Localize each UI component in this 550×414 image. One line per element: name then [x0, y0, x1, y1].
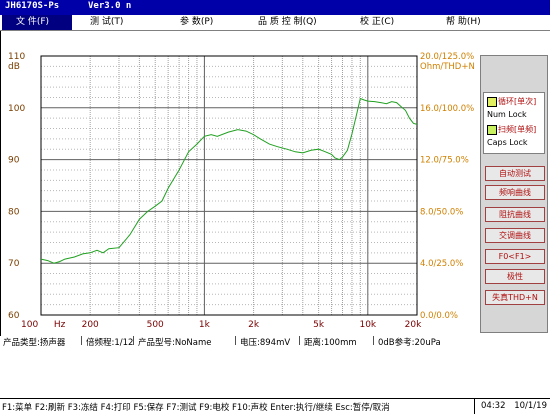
sep-2: | [132, 336, 135, 346]
y-right-tick-label: 16.0/100.0% [420, 104, 474, 114]
auto-test-button[interactable]: 自动测试 [485, 166, 545, 181]
impedance-curve-button[interactable]: 阻抗曲线 [485, 207, 545, 222]
voltage: 电压:894mV [240, 338, 291, 348]
x-tick-label: 200 [82, 320, 99, 330]
x-tick-label: 10k [359, 320, 376, 330]
thd-button[interactable]: 失真THD+N [485, 290, 545, 305]
y-tick-label: 90 [8, 156, 20, 166]
distance: 距离:100mm [304, 338, 357, 348]
y-right-tick-label: 12.0/75.0% [420, 156, 469, 166]
y-tick-label: 100 [8, 104, 25, 114]
polarity-button[interactable]: 极性 [485, 269, 545, 284]
num-lock-label: Num Lock [487, 110, 527, 119]
frequency-response-button[interactable]: 频响曲线 [485, 185, 545, 200]
y-tick-label: 70 [8, 259, 20, 269]
menu-calibrate[interactable]: 校 正(C) [360, 15, 394, 30]
mode-legend: 循环[单次] Num Lock 扫频[单频] Caps Lock [483, 92, 545, 154]
app-version: Ver3.0 n [88, 1, 132, 11]
menu-params[interactable]: 参 数(P) [180, 15, 213, 30]
y-right-tick-label: 4.0/25.0% [420, 259, 463, 269]
sep-3: | [234, 336, 237, 346]
x-tick-label: 5k [313, 320, 325, 330]
right-axis-unit: Ohm/THD+N [420, 62, 475, 72]
menu-bar: 文 件(F) 测 试(T) 参 数(P) 品 质 控 制(Q) 校 正(C) 帮… [0, 15, 550, 31]
product-type: 产品类型:扬声器 [3, 338, 66, 348]
f0-button[interactable]: F0<F1> [485, 249, 545, 264]
y-right-tick-label: 0.0/0.0% [420, 311, 458, 321]
clock-time: 04:32 [481, 401, 506, 411]
product-model: 产品型号:NoName [138, 338, 212, 348]
x-tick-label: 100 [21, 320, 38, 330]
x-tick-label: 500 [147, 320, 164, 330]
x-tick-label: 20k [405, 320, 422, 330]
x-tick-label: 2k [248, 320, 260, 330]
caps-lock-label: Caps Lock [487, 138, 528, 147]
loop-swatch [487, 97, 497, 107]
clock-date: 10/1/19 [514, 401, 547, 411]
sep-4: | [298, 336, 301, 346]
x-tick-label: 1k [199, 320, 211, 330]
info-bar: 产品类型:扬声器 | 倍频程:1/12 | 产品型号:NoName | 电压:8… [0, 336, 550, 348]
status-bar: F1:菜单 F2:刷新 F3:冻结 F4:打印 F5:保存 F7:测试 F9:电… [0, 398, 550, 414]
left-axis-unit: dB [8, 62, 20, 72]
app-name: JH6170S-Ps [5, 1, 60, 11]
sep-5: | [372, 336, 375, 346]
shortcut-keys: F1:菜单 F2:刷新 F3:冻结 F4:打印 F5:保存 F7:测试 F9:电… [2, 403, 390, 413]
y-right-tick-label: 20.0/125.0% [420, 52, 474, 62]
frequency-response-chart: 110 100 90 80 70 60 20.0/125.0% 16.0/100.0% 12.0… [8, 52, 475, 330]
chart-grid [40, 55, 418, 316]
sweep-label: 扫频[单频] [498, 125, 537, 134]
octave: 倍频程:1/12 [86, 338, 134, 348]
loop-label: 循环[单次] [498, 97, 537, 106]
intermod-curve-button[interactable]: 交调曲线 [485, 228, 545, 243]
x-tick-label: Hz [54, 320, 66, 330]
y-tick-label: 80 [8, 207, 20, 217]
clock: 04:32 10/1/19 [474, 399, 550, 414]
menu-help[interactable]: 帮 助(H) [446, 15, 481, 30]
title-bar: JH6170S-Ps Ver3.0 n [0, 0, 550, 15]
y-tick-label: 110 [8, 52, 25, 62]
y-right-tick-label: 8.0/50.0% [420, 207, 463, 217]
menu-file[interactable]: 文 件(F) [2, 15, 72, 30]
menu-quality-control[interactable]: 品 质 控 制(Q) [258, 15, 317, 30]
sep-1: | [80, 336, 83, 346]
menu-test[interactable]: 测 试(T) [90, 15, 123, 30]
sweep-swatch [487, 125, 497, 135]
reference: 0dB参考:20uPa [378, 338, 441, 348]
y-tick-label: 60 [8, 311, 20, 321]
